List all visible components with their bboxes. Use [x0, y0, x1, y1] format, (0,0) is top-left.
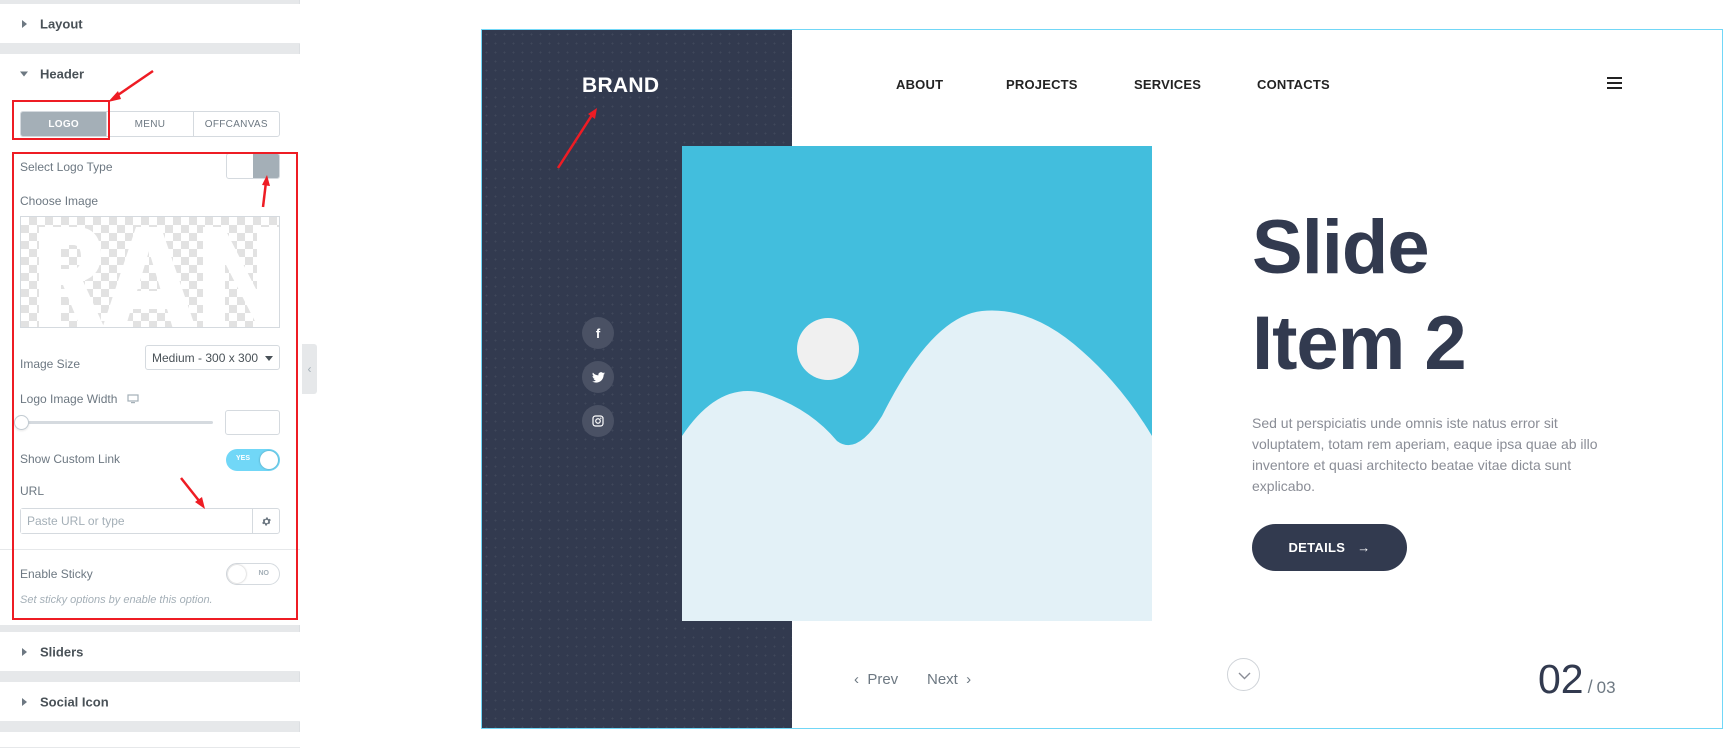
section-title: Sliders — [40, 644, 84, 659]
chevron-right-icon: › — [957, 671, 972, 688]
annotation-box-logo-tab — [12, 100, 110, 140]
chevron-down-icon — [1238, 672, 1251, 680]
details-button-label: DETAILS — [1288, 540, 1346, 555]
details-button[interactable]: DETAILS → — [1252, 524, 1407, 571]
panel-collapse-toggle[interactable]: ‹ — [302, 344, 317, 394]
next-button[interactable]: Next › — [927, 671, 971, 688]
section-next-partial[interactable] — [0, 732, 300, 748]
page-preview: BRAND f ABOUT PROJECTS SERVICES CONTACTS… — [481, 29, 1723, 729]
nav-projects[interactable]: PROJECTS — [1006, 77, 1078, 92]
counter-separator: / — [1587, 677, 1593, 697]
brand-logo[interactable]: BRAND — [582, 74, 659, 98]
annotation-box-logo-settings — [12, 152, 298, 620]
section-title: Layout — [40, 16, 83, 31]
section-title: Header — [40, 66, 85, 81]
section-header[interactable]: Header — [0, 54, 300, 94]
slide-title-line-2: Item 2 — [1252, 301, 1467, 386]
prev-label: Prev — [867, 671, 899, 688]
nav-about[interactable]: ABOUT — [896, 77, 943, 92]
caret-right-icon — [22, 19, 27, 28]
scroll-down-button[interactable] — [1227, 658, 1260, 691]
editor-panel: Layout Header LOGO MENU OFFCANVAS Select… — [0, 0, 300, 748]
caret-right-icon — [22, 647, 27, 656]
slide-title: Slide Item 2 — [1252, 200, 1652, 392]
slide-description: Sed ut perspiciatis unde omnis iste natu… — [1252, 415, 1598, 494]
tab-offcanvas[interactable]: OFFCANVAS — [194, 112, 279, 136]
chevron-left-icon: ‹ — [854, 671, 868, 688]
slide-counter: 02/03 — [1538, 656, 1616, 703]
slide-title-line-1: Slide — [1252, 205, 1430, 290]
caret-down-icon — [20, 71, 28, 76]
facebook-icon[interactable]: f — [582, 317, 614, 349]
total-slides-number: 03 — [1596, 678, 1616, 697]
chevron-left-icon: ‹ — [307, 362, 312, 376]
hamburger-menu-icon[interactable] — [1607, 77, 1622, 92]
slide-placeholder-image — [682, 146, 1152, 621]
current-slide-number: 02 — [1538, 656, 1584, 702]
twitter-icon[interactable] — [582, 361, 614, 393]
prev-button[interactable]: ‹ Prev — [854, 671, 898, 688]
section-title: Social Icon — [40, 694, 109, 709]
next-label: Next — [927, 671, 958, 688]
section-layout[interactable]: Layout — [0, 4, 300, 44]
caret-right-icon — [22, 697, 27, 706]
arrow-right-icon: → — [1357, 540, 1371, 555]
nav-contacts[interactable]: CONTACTS — [1257, 77, 1330, 92]
tab-menu[interactable]: MENU — [107, 112, 194, 136]
section-social-icon[interactable]: Social Icon — [0, 682, 300, 722]
instagram-icon[interactable] — [582, 405, 614, 437]
section-sliders[interactable]: Sliders — [0, 632, 300, 672]
nav-services[interactable]: SERVICES — [1134, 77, 1201, 92]
